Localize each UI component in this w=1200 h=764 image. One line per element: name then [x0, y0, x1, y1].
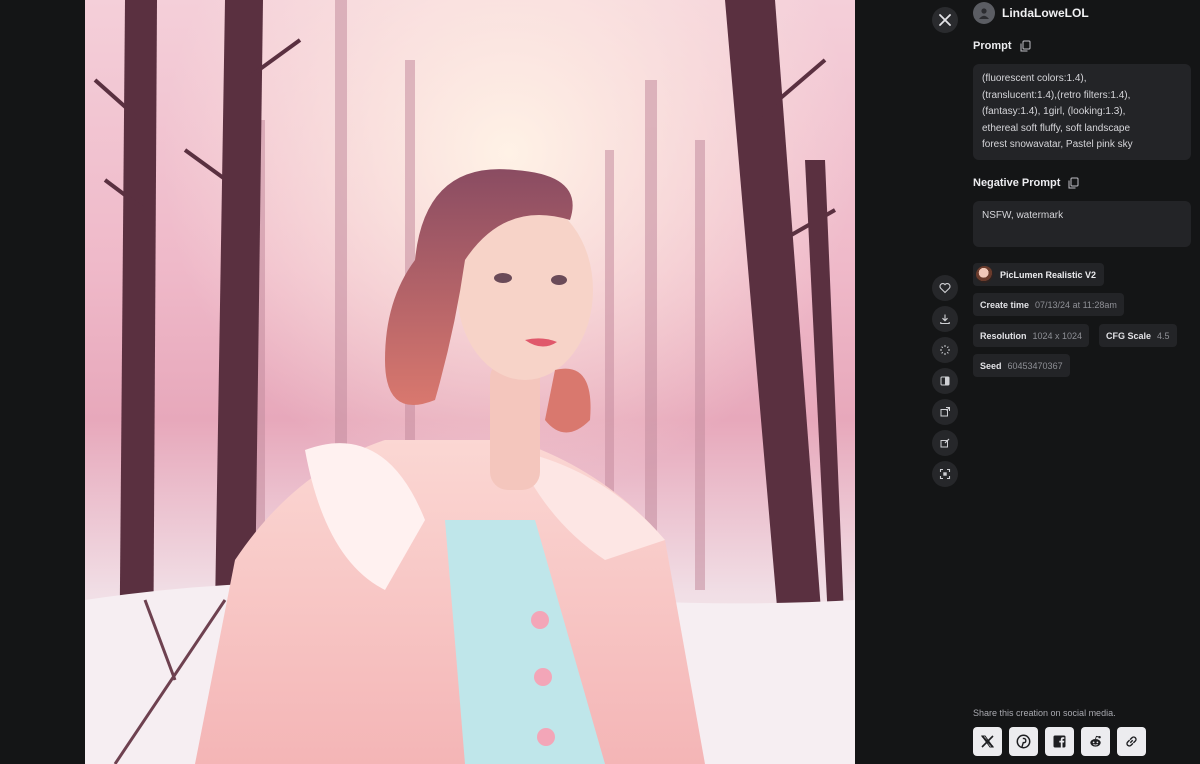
- prompt-text: (fluorescent colors:1.4), (translucent:1…: [973, 64, 1191, 160]
- model-thumbnail: [976, 266, 993, 283]
- close-icon: [939, 14, 951, 26]
- negative-prompt-header: Negative Prompt: [973, 177, 1079, 189]
- create-time-label: Create time: [980, 299, 1030, 310]
- expand-icon: [939, 468, 951, 480]
- negative-prompt-label: Negative Prompt: [973, 177, 1061, 189]
- link-icon: [1126, 736, 1137, 747]
- edit-icon: [940, 438, 950, 448]
- copy-prompt-button[interactable]: [1020, 40, 1031, 52]
- edit-button[interactable]: [932, 430, 958, 456]
- share-facebook-button[interactable]: [1045, 727, 1074, 756]
- prompt-line: ethereal soft fluffy, soft landscape: [982, 122, 1131, 134]
- resolution-value: 1024 x 1024: [1032, 330, 1083, 341]
- facebook-icon: [1053, 735, 1066, 748]
- resolution-label: Resolution: [980, 330, 1027, 341]
- cfg-scale-chip: CFG Scale 4.5: [1099, 324, 1177, 347]
- share-buttons: [973, 727, 1153, 756]
- prompt-label: Prompt: [973, 40, 1012, 52]
- variation-button[interactable]: [932, 337, 958, 363]
- close-button[interactable]: [932, 7, 958, 33]
- download-button[interactable]: [932, 306, 958, 332]
- share-x-button[interactable]: [973, 727, 1002, 756]
- copy-negative-prompt-button[interactable]: [1068, 177, 1079, 189]
- expand-button[interactable]: [932, 461, 958, 487]
- resolution-chip: Resolution 1024 x 1024: [973, 324, 1090, 347]
- create-time-chip: Create time 07/13/24 at 11:28am: [973, 293, 1124, 316]
- seed-chip: Seed 60453470367: [973, 354, 1070, 377]
- details-panel: LindaLoweLOL Prompt (fluorescent colors:…: [973, 0, 1191, 764]
- prompt-line: (fluorescent colors:1.4),: [982, 73, 1087, 84]
- username[interactable]: LindaLoweLOL: [1002, 6, 1089, 20]
- reddit-icon: [1090, 735, 1101, 747]
- model-name: PicLumen Realistic V2: [1000, 269, 1097, 280]
- sparkle-icon: [940, 345, 950, 355]
- upscale-button[interactable]: [932, 399, 958, 425]
- share-reddit-button[interactable]: [1081, 727, 1110, 756]
- like-button[interactable]: [932, 275, 958, 301]
- share-caption: Share this creation on social media.: [973, 708, 1116, 718]
- negative-prompt-text: NSFW, watermark: [973, 201, 1191, 247]
- cfg-scale-value: 4.5: [1157, 330, 1170, 341]
- prompt-line: (fantasy:1.4), 1girl, (looking:1.3),: [982, 106, 1126, 117]
- user-icon: [979, 8, 989, 19]
- upscale-icon: [940, 407, 950, 417]
- create-time-value: 07/13/24 at 11:28am: [1035, 299, 1117, 310]
- copy-link-button[interactable]: [1117, 727, 1146, 756]
- share-pinterest-button[interactable]: [1009, 727, 1038, 756]
- copy-icon: [1020, 40, 1030, 52]
- compare-button[interactable]: [932, 368, 958, 394]
- seed-value: 60453470367: [1007, 360, 1063, 371]
- prompt-header: Prompt: [973, 40, 1031, 52]
- model-badge[interactable]: PicLumen Realistic V2: [973, 263, 1104, 286]
- pinterest-icon: [1016, 734, 1031, 749]
- image-artwork: [85, 0, 855, 764]
- avatar[interactable]: [973, 2, 995, 24]
- download-icon: [940, 314, 950, 325]
- compare-icon: [940, 376, 950, 386]
- x-icon: [981, 735, 994, 748]
- action-rail: [932, 275, 958, 492]
- user-info[interactable]: LindaLoweLOL: [973, 2, 1089, 24]
- prompt-line: (translucent:1.4),(retro filters:1.4),: [982, 89, 1131, 101]
- seed-label: Seed: [980, 360, 1002, 371]
- heart-icon: [939, 283, 951, 294]
- generated-image: [85, 0, 855, 764]
- cfg-scale-label: CFG Scale: [1106, 330, 1152, 341]
- copy-icon: [1068, 177, 1079, 189]
- prompt-line: forest snowavatar, Pastel pink sky: [982, 139, 1133, 150]
